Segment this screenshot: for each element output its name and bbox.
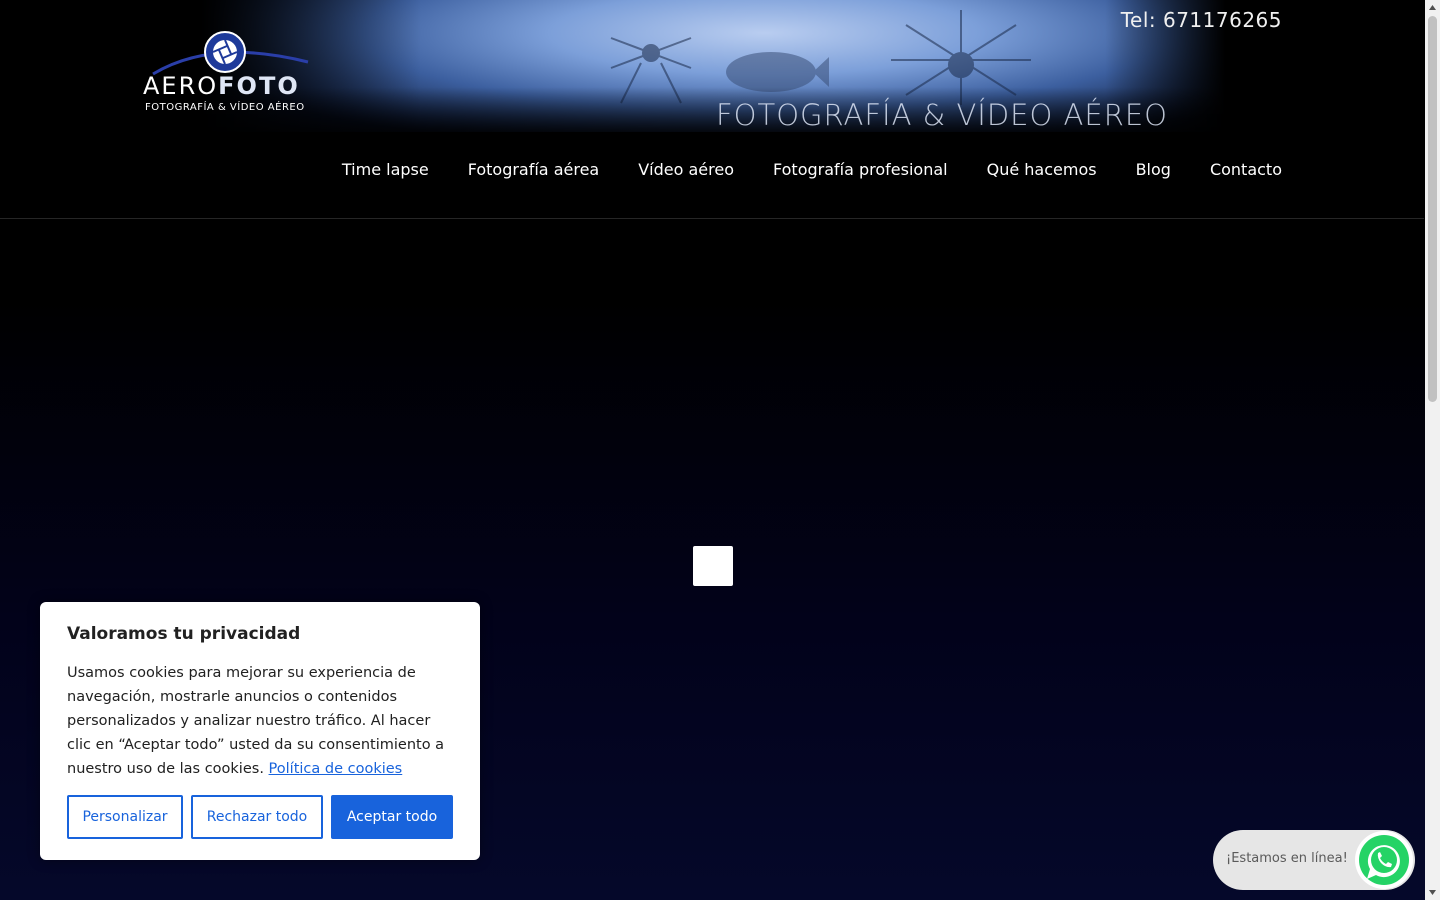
logo-subtitle: FOTOGRAFÍA & VÍDEO AÉREO [145, 102, 305, 113]
cookie-buttons: Personalizar Rechazar todo Aceptar todo [67, 795, 453, 839]
logo-wordmark-light: AERO [143, 72, 219, 100]
nav-item-video-aereo[interactable]: Vídeo aéreo [638, 158, 734, 181]
cookie-title: Valoramos tu privacidad [67, 624, 301, 644]
nav-item-que-hacemos[interactable]: Qué hacemos [987, 158, 1097, 181]
header-banner-image: FOTOGRAFÍA & VÍDEO AÉREO [201, 0, 1225, 132]
whatsapp-logo-icon [1359, 835, 1409, 885]
nav-item-time-lapse[interactable]: Time lapse [342, 158, 429, 181]
cookie-consent-banner: Valoramos tu privacidad Usamos cookies p… [40, 602, 480, 860]
nav-item-contacto[interactable]: Contacto [1210, 158, 1282, 181]
main-navigation: Time lapse Fotografía aérea Vídeo aéreo … [303, 158, 1282, 181]
customize-button[interactable]: Personalizar [67, 795, 183, 839]
whatsapp-status-text: ¡Estamos en línea! [1226, 851, 1348, 866]
scroll-up-arrow-icon[interactable] [1425, 0, 1440, 15]
whatsapp-chat-widget[interactable]: ¡Estamos en línea! [1213, 830, 1415, 890]
page: FOTOGRAFÍA & VÍDEO AÉREO AEROFOTO FOTOGR… [0, 0, 1440, 900]
cookie-description: Usamos cookies para mejorar su experienc… [67, 661, 453, 781]
banner-tagline: FOTOGRAFÍA & VÍDEO AÉREO [716, 98, 1169, 132]
site-logo[interactable]: AEROFOTO FOTOGRAFÍA & VÍDEO AÉREO [143, 30, 318, 122]
scroll-down-arrow-icon[interactable] [1425, 885, 1440, 900]
reject-all-button[interactable]: Rechazar todo [191, 795, 323, 839]
logo-wordmark-bold: FOTO [218, 72, 300, 100]
accept-all-button[interactable]: Aceptar todo [331, 795, 453, 839]
vertical-scrollbar[interactable] [1425, 0, 1440, 900]
nav-item-blog[interactable]: Blog [1136, 158, 1171, 181]
cookie-policy-link[interactable]: Política de cookies [269, 761, 403, 777]
logo-wordmark: AEROFOTO [143, 72, 300, 100]
nav-item-fotografia-aerea[interactable]: Fotografía aérea [468, 158, 600, 181]
loading-spinner [693, 546, 733, 586]
scrollbar-thumb[interactable] [1428, 16, 1437, 402]
phone-number[interactable]: Tel: 671176265 [1121, 8, 1282, 32]
whatsapp-icon[interactable] [1355, 831, 1413, 889]
header-divider [0, 218, 1424, 219]
nav-item-fotografia-profesional[interactable]: Fotografía profesional [773, 158, 948, 181]
